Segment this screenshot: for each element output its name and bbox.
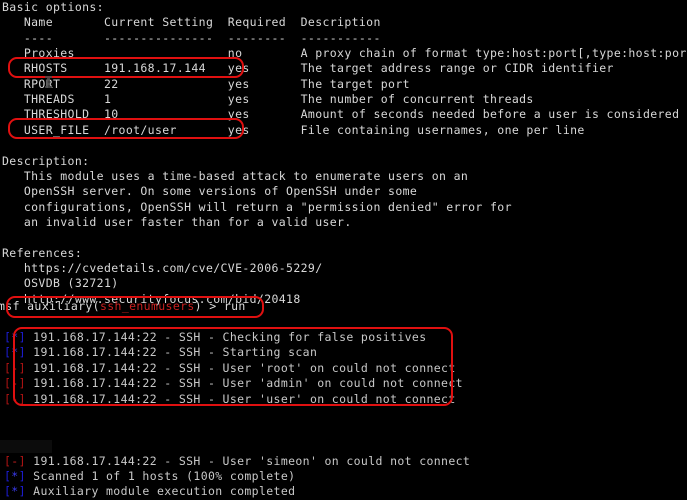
description-line-1: This module uses a time-based attack to … [2,168,469,183]
status-marker-close: ] [18,391,26,406]
output-text: Auxiliary module execution completed [25,484,296,499]
option-row-user-file: USER_FILE /root/user yes File containing… [2,122,585,137]
status-marker-glyph: - [11,453,19,468]
terminal-window[interactable]: Basic options: Name Current Setting Requ… [0,0,687,500]
prompt-module-name: ssh_enumusers [99,299,195,313]
output-text: 191.168.17.144:22 - SSH - User 'user' on… [25,391,456,406]
status-marker-close: ] [18,453,26,468]
reference-osvdb: OSVDB (32721) [2,276,119,291]
status-marker-close: ] [18,330,26,344]
status-marker-close: ] [18,468,26,483]
description-heading: Description: [2,153,90,168]
status-marker-close: ] [18,376,26,391]
status-marker-glyph: * [11,330,19,344]
prompt-suffix: ) > [194,299,224,313]
status-marker-glyph: * [11,468,19,483]
output-line-user-simeon: [-] 191.168.17.144:22 - SSH - User 'sime… [4,454,470,469]
output-text: 191.168.17.144:22 - SSH - User 'root' on… [25,360,456,375]
output-line-checking-false-positives: [*] 191.168.17.144:22 - SSH - Checking f… [4,330,427,345]
status-marker-close: ] [18,345,26,360]
output-text: 191.168.17.144:22 - SSH - User 'admin' o… [25,376,463,391]
prompt-prefix: msf auxiliary( [0,299,100,313]
prompt-command: run [223,299,246,313]
output-text: 191.168.17.144:22 - SSH - Starting scan [25,345,318,360]
mouse-cursor-ibeam [45,76,52,88]
output-line-user-admin: [-] 191.168.17.144:22 - SSH - User 'admi… [4,376,463,391]
output-line-scanned-hosts: [*] Scanned 1 of 1 hosts (100% complete) [4,469,295,484]
option-row-rport: RPORT 22 yes The target port [2,76,410,91]
status-marker-glyph: - [11,391,19,406]
options-column-headers: Name Current Setting Required Descriptio… [2,15,381,30]
output-text: 191.168.17.144:22 - SSH - Checking for f… [25,330,427,344]
output-text: Scanned 1 of 1 hosts (100% complete) [25,468,296,483]
option-row-proxies: Proxies no A proxy chain of format type:… [2,46,687,61]
status-marker-close: ] [18,360,26,375]
msf-prompt-line[interactable]: msf auxiliary(ssh_enumusers) > run [0,299,246,314]
references-heading: References: [2,245,83,260]
basic-options-heading: Basic options: [2,0,104,14]
status-marker-glyph: * [11,484,19,499]
reference-link-cve[interactable]: https://cvedetails.com/cve/CVE-2006-5229… [0,261,322,276]
option-row-rhosts: RHOSTS 191.168.17.144 yes The target add… [2,61,614,76]
description-line-4: an invalid user faster than for a valid … [2,214,352,229]
output-text: 191.168.17.144:22 - SSH - User 'simeon' … [25,453,471,468]
description-line-2: OpenSSH server. On some versions of Open… [2,184,418,199]
status-marker-close: ] [18,484,26,499]
output-line-execution-completed: [*] Auxiliary module execution completed [4,484,295,499]
option-row-threshold: THRESHOLD 10 yes Amount of seconds neede… [2,107,687,122]
render-artifact [0,440,52,453]
description-line-3: configurations, OpenSSH will return a "p… [2,199,512,214]
output-line-starting-scan: [*] 191.168.17.144:22 - SSH - Starting s… [4,345,317,360]
output-line-user-root: [-] 191.168.17.144:22 - SSH - User 'root… [4,361,456,376]
status-marker-glyph: * [11,345,19,360]
status-marker-glyph: - [11,360,19,375]
options-column-rules: ---- --------------- -------- ----------… [2,30,381,45]
option-row-threads: THREADS 1 yes The number of concurrent t… [2,92,534,107]
status-marker-glyph: - [11,376,19,391]
output-line-user-user: [-] 191.168.17.144:22 - SSH - User 'user… [4,392,456,407]
